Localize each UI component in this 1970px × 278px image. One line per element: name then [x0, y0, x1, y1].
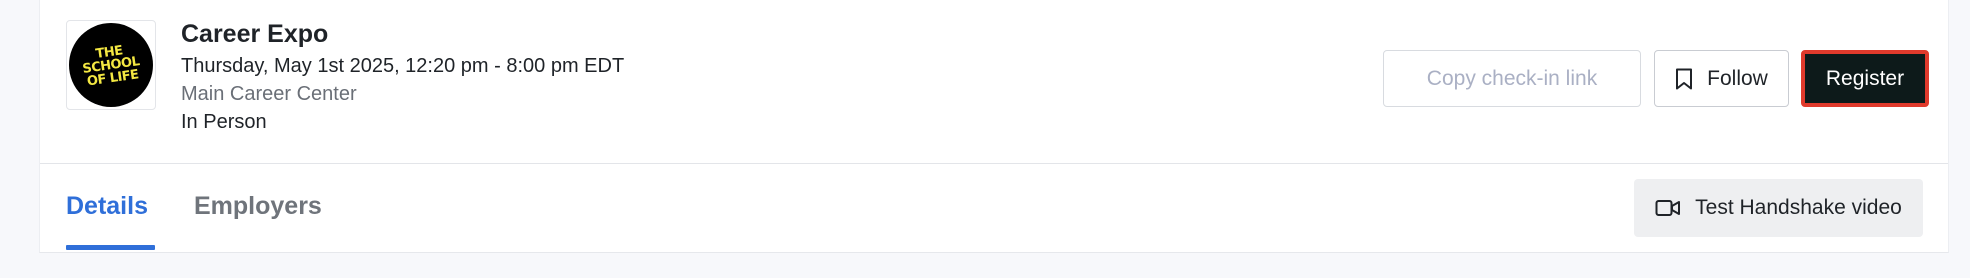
logo-circle: THE SCHOOL OF LIFE	[69, 23, 153, 107]
follow-button[interactable]: Follow	[1654, 50, 1789, 107]
event-mode: In Person	[181, 111, 267, 133]
test-handshake-video-button[interactable]: Test Handshake video	[1634, 179, 1923, 237]
copy-check-in-link-label: Copy check-in link	[1426, 66, 1598, 90]
tab-details[interactable]: Details	[66, 192, 148, 221]
event-location: Main Career Center	[181, 83, 357, 105]
event-tabs: Details Employers Test Handshake video	[40, 164, 1948, 253]
active-tab-indicator	[66, 245, 155, 250]
event-header: THE SCHOOL OF LIFE Career Expo Thursday,…	[40, 0, 1948, 164]
copy-check-in-link-button[interactable]: Copy check-in link	[1383, 50, 1641, 107]
bookmark-icon	[1676, 68, 1693, 89]
event-card: THE SCHOOL OF LIFE Career Expo Thursday,…	[39, 0, 1949, 253]
register-button[interactable]: Register	[1801, 50, 1929, 107]
follow-label: Follow	[1707, 66, 1768, 90]
event-datetime: Thursday, May 1st 2025, 12:20 pm - 8:00 …	[181, 55, 625, 77]
register-label: Register	[1825, 66, 1905, 90]
tab-employers[interactable]: Employers	[194, 192, 322, 221]
logo-text: THE SCHOOL OF LIFE	[81, 42, 141, 89]
test-handshake-video-label: Test Handshake video	[1695, 196, 1902, 219]
event-logo: THE SCHOOL OF LIFE	[66, 20, 156, 110]
video-camera-icon	[1655, 200, 1681, 216]
event-title: Career Expo	[181, 20, 329, 48]
